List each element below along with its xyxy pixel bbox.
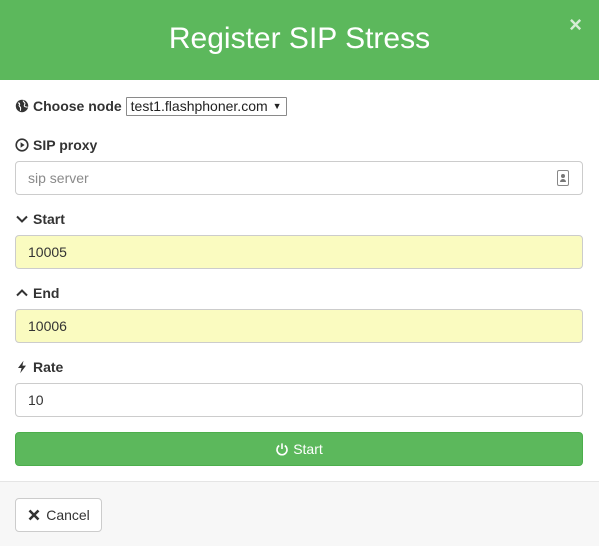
sip-proxy-label: SIP proxy bbox=[15, 137, 97, 153]
start-button[interactable]: Start bbox=[15, 432, 583, 466]
sip-proxy-placeholder: sip server bbox=[28, 170, 89, 186]
start-input[interactable]: 10005 bbox=[15, 235, 583, 269]
end-value: 10006 bbox=[28, 318, 67, 334]
dialog-header: Register SIP Stress × bbox=[0, 0, 599, 80]
chevron-up-icon bbox=[16, 289, 28, 297]
cancel-button[interactable]: Cancel bbox=[15, 498, 102, 532]
dropdown-arrow-icon: ▼ bbox=[272, 101, 282, 111]
node-label: Choose node bbox=[15, 98, 122, 114]
start-label-text: Start bbox=[33, 211, 65, 227]
end-label-text: End bbox=[33, 285, 60, 301]
node-select-value: test1.flashphoner.com bbox=[130, 98, 268, 114]
rate-label: Rate bbox=[15, 359, 63, 375]
register-sip-stress-dialog: Register SIP Stress × Choose node test1.… bbox=[0, 0, 599, 546]
close-icon bbox=[28, 509, 40, 521]
node-select[interactable]: test1.flashphoner.com ▼ bbox=[125, 96, 287, 116]
dialog-title: Register SIP Stress bbox=[168, 22, 431, 55]
node-label-text: Choose node bbox=[33, 98, 122, 114]
start-value: 10005 bbox=[28, 244, 67, 260]
play-circle-icon bbox=[15, 138, 29, 152]
close-icon[interactable]: × bbox=[569, 14, 582, 36]
power-icon bbox=[276, 443, 288, 456]
sip-proxy-label-text: SIP proxy bbox=[33, 137, 98, 153]
start-button-label: Start bbox=[293, 441, 323, 457]
rate-label-text: Rate bbox=[33, 359, 64, 375]
end-input[interactable]: 10006 bbox=[15, 309, 583, 343]
rate-value: 10 bbox=[28, 392, 44, 408]
lightning-icon bbox=[18, 360, 26, 374]
globe-icon bbox=[15, 99, 29, 113]
start-label: Start bbox=[15, 211, 65, 227]
sip-proxy-input[interactable]: sip server bbox=[15, 161, 583, 195]
chevron-down-icon bbox=[16, 215, 28, 223]
dialog-footer: Cancel bbox=[0, 481, 599, 546]
end-label: End bbox=[15, 285, 59, 301]
rate-input[interactable]: 10 bbox=[15, 383, 583, 417]
cancel-button-label: Cancel bbox=[46, 507, 90, 523]
node-row: Choose node test1.flashphoner.com ▼ bbox=[15, 96, 287, 116]
contact-card-icon[interactable] bbox=[557, 170, 569, 186]
